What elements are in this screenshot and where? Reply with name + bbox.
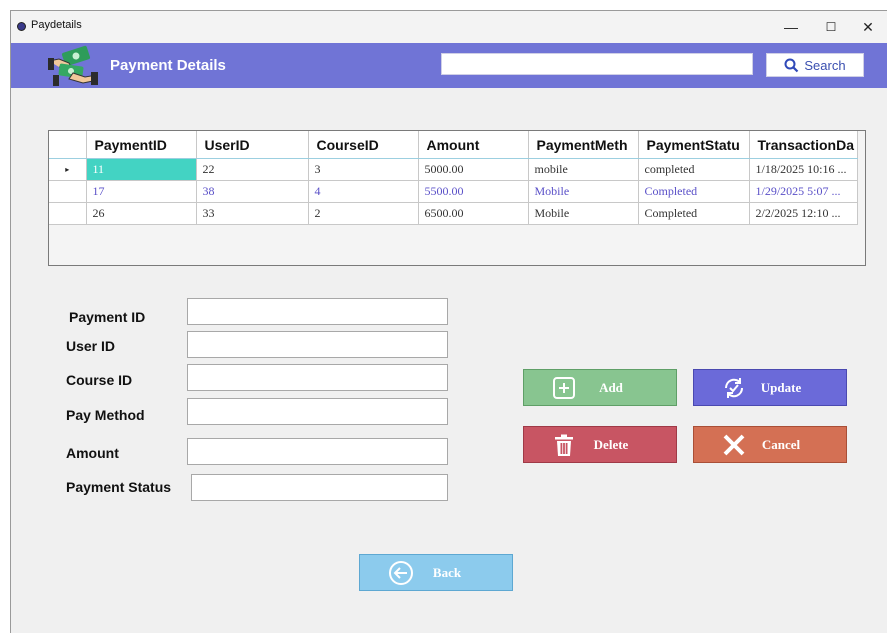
app-icon [17, 22, 26, 31]
table-cell[interactable]: 3 [308, 158, 419, 181]
cancel-label: Cancel [761, 436, 801, 452]
add-button[interactable]: Add [523, 369, 677, 406]
page-title: Payment Details [110, 57, 226, 74]
column-header-courseid[interactable]: CourseID [308, 131, 419, 159]
table-cell[interactable]: 22 [196, 158, 309, 181]
user-id-field[interactable] [187, 331, 448, 358]
amount-label: Amount [66, 445, 119, 461]
window-title: Paydetails [31, 19, 82, 31]
column-header-transactiondate[interactable]: TransactionDa [749, 131, 858, 159]
table-cell[interactable]: 33 [196, 202, 309, 225]
maximize-button[interactable]: ☐ [811, 15, 851, 39]
table-cell[interactable]: 11 [86, 158, 197, 181]
table-cell[interactable]: mobile [528, 158, 639, 181]
course-id-field[interactable] [187, 364, 448, 391]
table-cell[interactable]: 38 [196, 180, 309, 203]
column-header-userid[interactable]: UserID [196, 131, 309, 159]
table-cell[interactable]: 2/2/2025 12:10 ... [749, 202, 858, 225]
table-row[interactable]: 17 38 4 5500.00 Mobile Completed 1/29/20… [49, 180, 858, 203]
payment-id-label: Payment ID [69, 309, 146, 325]
minimize-button[interactable]: — [771, 15, 811, 39]
search-button[interactable]: Search [766, 53, 864, 77]
paydetails-window: Paydetails — ☐ ✕ Payment Details Search [10, 10, 887, 633]
add-label: Add [599, 379, 623, 395]
table-cell[interactable]: 1/29/2025 5:07 ... [749, 180, 858, 203]
back-label: Back [432, 564, 462, 580]
pay-method-label: Pay Method [66, 407, 145, 423]
column-header-amount[interactable]: Amount [418, 131, 529, 159]
table-row[interactable]: 26 33 2 6500.00 Mobile Completed 2/2/202… [49, 202, 858, 225]
table-cell[interactable]: 4 [308, 180, 419, 203]
column-header-paymentid[interactable]: PaymentID [86, 131, 197, 159]
row-header-current[interactable]: ▸ [49, 158, 87, 181]
row-header[interactable] [49, 180, 87, 203]
search-input[interactable] [441, 53, 753, 75]
table-cell[interactable]: 17 [86, 180, 197, 203]
grid-corner-header [49, 131, 87, 159]
row-header[interactable] [49, 202, 87, 225]
table-cell[interactable]: Mobile [528, 202, 639, 225]
column-header-paymentmethod[interactable]: PaymentMeth [528, 131, 639, 159]
amount-field[interactable] [187, 438, 448, 465]
back-button[interactable]: Back [359, 554, 513, 591]
delete-button[interactable]: Delete [523, 426, 677, 463]
column-header-paymentstatus[interactable]: PaymentStatu [638, 131, 750, 159]
payment-id-field[interactable] [187, 298, 448, 325]
table-cell[interactable]: Completed [638, 180, 750, 203]
update-button[interactable]: Update [693, 369, 847, 406]
grid-header-row: PaymentID UserID CourseID Amount Payment… [49, 131, 858, 159]
table-cell[interactable]: Completed [638, 202, 750, 225]
course-id-label: Course ID [66, 372, 133, 388]
table-cell[interactable]: completed [638, 158, 750, 181]
payments-grid[interactable]: PaymentID UserID CourseID Amount Payment… [48, 130, 866, 266]
table-cell[interactable]: 5500.00 [418, 180, 529, 203]
close-button[interactable]: ✕ [848, 15, 887, 39]
table-cell[interactable]: 26 [86, 202, 197, 225]
table-cell[interactable]: 2 [308, 202, 419, 225]
table-cell[interactable]: 1/18/2025 10:16 ... [749, 158, 858, 181]
pay-method-field[interactable] [187, 398, 448, 425]
table-row[interactable]: ▸ 11 22 3 5000.00 mobile completed 1/18/… [49, 158, 858, 181]
search-label: Search [804, 57, 846, 73]
update-label: Update [760, 379, 802, 395]
payment-status-label: Payment Status [66, 479, 172, 495]
payment-hand-icon [48, 45, 98, 86]
cancel-button[interactable]: Cancel [693, 426, 847, 463]
user-id-label: User ID [66, 338, 116, 354]
title-bar: Paydetails — ☐ ✕ [11, 11, 887, 43]
table-cell[interactable]: 6500.00 [418, 202, 529, 225]
table-cell[interactable]: 5000.00 [418, 158, 529, 181]
table-cell[interactable]: Mobile [528, 180, 639, 203]
header-bar: Payment Details Search [11, 43, 887, 88]
search-icon [784, 58, 799, 72]
payment-status-field[interactable] [191, 474, 448, 501]
delete-label: Delete [593, 436, 629, 452]
